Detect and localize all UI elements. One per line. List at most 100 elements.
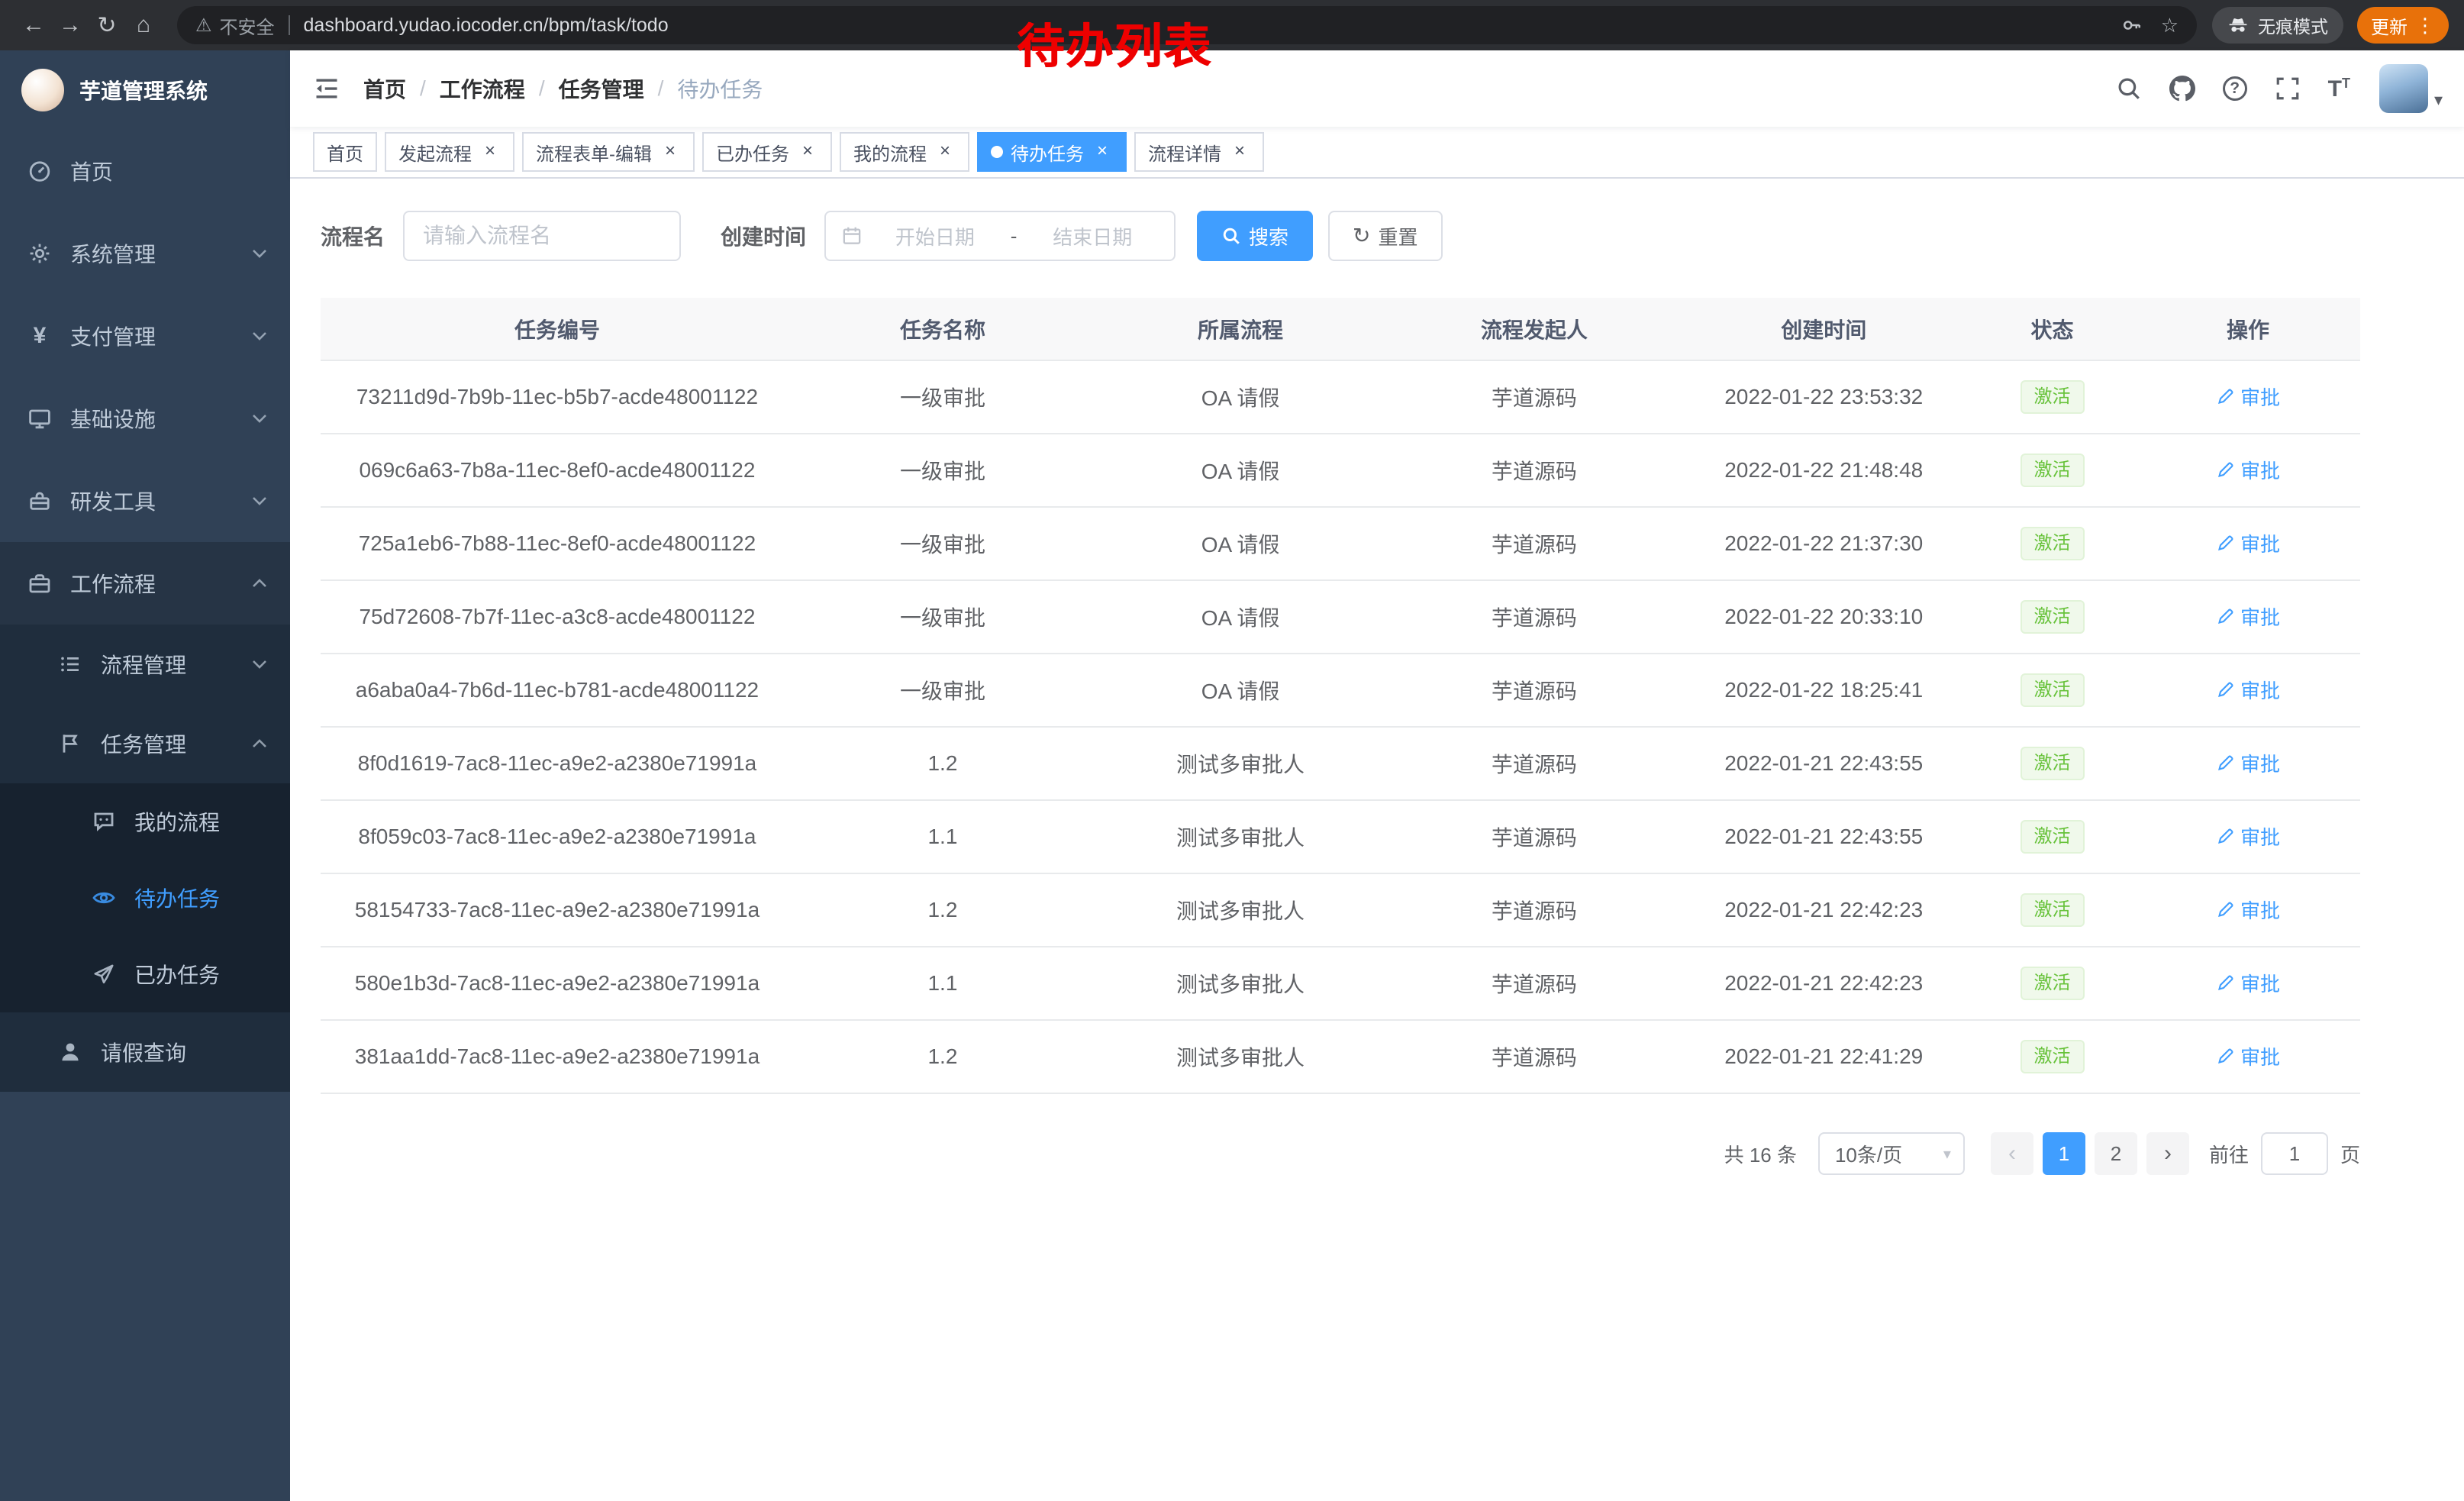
table-row: 725a1eb6-7b88-11ec-8ef0-acde48001122 一级审… (321, 507, 2360, 580)
tab-start-process[interactable]: 发起流程 × (385, 132, 514, 172)
github-button[interactable] (2156, 76, 2209, 102)
status-badge: 激活 (2021, 820, 2085, 854)
sidebar-item-infra[interactable]: 基础设施 (0, 377, 290, 460)
page-button-1[interactable]: 1 (2043, 1132, 2085, 1175)
cell-create-time: 2022-01-21 22:43:55 (1679, 727, 1969, 800)
approve-link[interactable]: 审批 (2216, 969, 2280, 997)
caret-down-icon: ▾ (2434, 92, 2443, 113)
sidebar-item-system[interactable]: 系统管理 (0, 212, 290, 295)
table-row: 8f059c03-7ac8-11ec-a9e2-a2380e71991a 1.1… (321, 800, 2360, 873)
tab-process-detail[interactable]: 流程详情 × (1134, 132, 1264, 172)
close-icon[interactable]: × (1229, 141, 1250, 163)
breadcrumb: 首页 / 工作流程 / 任务管理 / 待办任务 (363, 73, 763, 104)
sidebar-item-done-tasks[interactable]: 已办任务 (0, 936, 290, 1012)
sidebar-item-task-management[interactable]: 任务管理 (0, 704, 290, 783)
tab-process-form-edit[interactable]: 流程表单-编辑 × (522, 132, 695, 172)
cell-task-name: 1.2 (794, 727, 1092, 800)
sidebar-item-label: 首页 (70, 156, 113, 186)
font-size-button[interactable]: TT (2314, 76, 2364, 101)
sidebar-collapse-button[interactable] (290, 75, 363, 102)
sidebar-item-home[interactable]: 首页 (0, 130, 290, 212)
table-row: 58154733-7ac8-11ec-a9e2-a2380e71991a 1.2… (321, 873, 2360, 947)
sidebar-item-devtools[interactable]: 研发工具 (0, 460, 290, 542)
close-icon[interactable]: × (660, 141, 681, 163)
breadcrumb-home[interactable]: 首页 (363, 73, 406, 104)
breadcrumb-separator: / (406, 76, 440, 101)
tab-done-tasks[interactable]: 已办任务 × (702, 132, 832, 172)
help-button[interactable]: ? (2209, 76, 2261, 101)
incognito-icon (2227, 15, 2249, 36)
fullscreen-button[interactable] (2261, 76, 2314, 102)
sidebar-item-payment[interactable]: ¥ 支付管理 (0, 295, 290, 377)
cell-process: 测试多审批人 (1092, 947, 1389, 1020)
edit-pencil-icon (2216, 608, 2234, 626)
password-key-icon[interactable] (2121, 15, 2143, 36)
page-size-select[interactable]: 10条/页 ▾ (1818, 1132, 1965, 1175)
end-date-placeholder: 结束日期 (1026, 222, 1159, 250)
column-header-action: 操作 (2136, 298, 2360, 360)
cell-initiator: 芋道源码 (1389, 434, 1679, 507)
edit-pencil-icon (2216, 901, 2234, 919)
sidebar-item-todo-tasks[interactable]: 待办任务 (0, 860, 290, 936)
approve-link[interactable]: 审批 (2216, 602, 2280, 631)
status-badge: 激活 (2021, 527, 2085, 560)
cell-create-time: 2022-01-21 22:43:55 (1679, 800, 1969, 873)
close-icon[interactable]: × (934, 141, 956, 163)
approve-link[interactable]: 审批 (2216, 456, 2280, 484)
close-icon[interactable]: × (479, 141, 501, 163)
approve-link[interactable]: 审批 (2216, 822, 2280, 851)
browser-home-icon[interactable]: ⌂ (125, 12, 162, 38)
tab-label: 我的流程 (853, 139, 927, 166)
tab-label: 已办任务 (716, 139, 789, 166)
app-logo[interactable]: 芋道管理系统 (0, 50, 290, 130)
create-time-range-picker[interactable]: 开始日期 - 结束日期 (824, 211, 1176, 261)
browser-menu-dots-icon[interactable]: ⋮ (2415, 14, 2435, 37)
approve-link[interactable]: 审批 (2216, 896, 2280, 924)
reset-button[interactable]: ↻ 重置 (1328, 211, 1442, 261)
status-badge: 激活 (2021, 1040, 2085, 1073)
approve-link[interactable]: 审批 (2216, 383, 2280, 411)
close-icon[interactable]: × (797, 141, 818, 163)
user-menu[interactable]: ▾ (2379, 64, 2443, 113)
bookmark-star-icon[interactable]: ☆ (2161, 14, 2179, 37)
cell-task-id: 8f0d1619-7ac8-11ec-a9e2-a2380e71991a (321, 727, 794, 800)
chevron-up-icon (252, 738, 267, 750)
tab-todo-tasks[interactable]: 待办任务 × (977, 132, 1127, 172)
breadcrumb-workflow[interactable]: 工作流程 (440, 73, 525, 104)
chevron-down-icon (252, 412, 267, 424)
sidebar-item-workflow[interactable]: 工作流程 (0, 542, 290, 625)
chevron-down-icon: ▾ (1943, 1144, 1951, 1164)
search-button[interactable] (2102, 76, 2156, 102)
cell-initiator: 芋道源码 (1389, 947, 1679, 1020)
prev-page-button[interactable]: ‹ (1991, 1132, 2033, 1175)
browser-forward-icon[interactable]: → (52, 12, 89, 38)
tab-label: 首页 (327, 139, 363, 166)
search-button[interactable]: 搜索 (1197, 211, 1313, 261)
tab-label: 流程表单-编辑 (536, 139, 652, 166)
goto-page-input[interactable] (2261, 1132, 2328, 1175)
close-icon[interactable]: × (1092, 141, 1113, 163)
sidebar-item-my-process[interactable]: 我的流程 (0, 783, 290, 860)
sidebar-item-leave-query[interactable]: 请假查询 (0, 1012, 290, 1092)
address-bar[interactable]: ⚠ 不安全 dashboard.yudao.iocoder.cn/bpm/tas… (177, 6, 2197, 44)
tab-home[interactable]: 首页 (313, 132, 377, 172)
update-button[interactable]: 更新 ⋮ (2357, 7, 2449, 44)
next-page-button[interactable]: › (2146, 1132, 2189, 1175)
breadcrumb-separator: / (644, 76, 678, 101)
browser-back-icon[interactable]: ← (15, 12, 52, 38)
approve-link[interactable]: 审批 (2216, 676, 2280, 704)
process-name-input[interactable] (403, 211, 681, 261)
approve-link[interactable]: 审批 (2216, 749, 2280, 777)
approve-link[interactable]: 审批 (2216, 529, 2280, 557)
page-button-2[interactable]: 2 (2095, 1132, 2137, 1175)
cell-task-name: 一级审批 (794, 507, 1092, 580)
status-badge: 激活 (2021, 673, 2085, 707)
approve-link[interactable]: 审批 (2216, 1042, 2280, 1070)
url-text: dashboard.yudao.iocoder.cn/bpm/task/todo (304, 15, 669, 37)
list-icon (58, 652, 82, 676)
sidebar-item-process-management[interactable]: 流程管理 (0, 625, 290, 704)
browser-reload-icon[interactable]: ↻ (89, 12, 125, 39)
breadcrumb-task-management[interactable]: 任务管理 (559, 73, 644, 104)
tab-my-process[interactable]: 我的流程 × (840, 132, 969, 172)
range-separator: - (1008, 224, 1021, 248)
